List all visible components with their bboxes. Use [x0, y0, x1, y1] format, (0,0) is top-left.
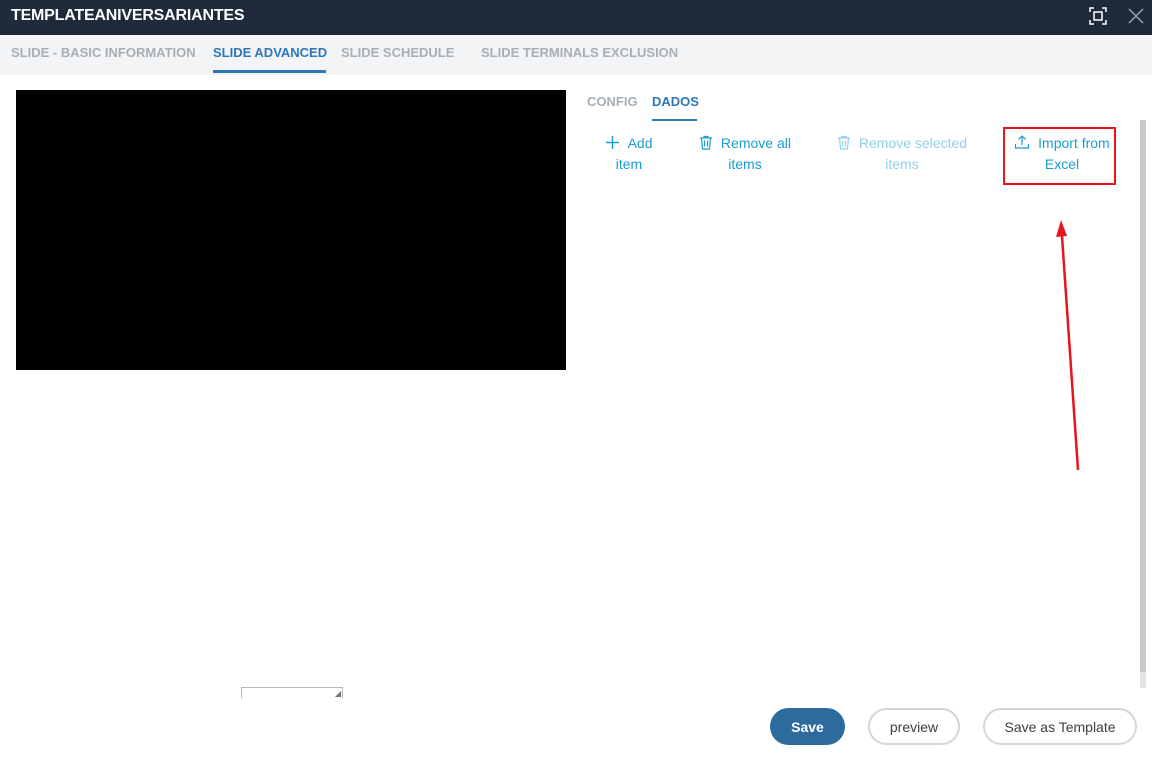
resizable-textarea[interactable]: ◢ [241, 687, 343, 698]
trash-icon [837, 135, 859, 151]
remove-all-label-line1: Remove all [720, 135, 791, 151]
add-item-label-line2: item [615, 156, 643, 172]
remove-all-items-button[interactable]: Remove all items [697, 133, 793, 175]
resize-grip-icon[interactable]: ◢ [335, 690, 341, 698]
plus-icon [605, 135, 627, 151]
remove-all-label-line2: items [728, 156, 762, 172]
tab-terminals-exclusion[interactable]: SLIDE TERMINALS EXCLUSION [481, 45, 678, 60]
add-item-button[interactable]: Add item [602, 133, 656, 175]
tab-slide-schedule[interactable]: SLIDE SCHEDULE [341, 45, 454, 60]
slide-tabs: SLIDE - BASIC INFORMATION SLIDE ADVANCED… [0, 35, 1152, 75]
close-icon[interactable] [1126, 6, 1146, 26]
trash-icon [699, 135, 721, 151]
scrollbar-thumb[interactable] [1140, 120, 1146, 672]
slide-preview [16, 90, 566, 370]
add-item-label-line1: Add [627, 135, 653, 151]
remove-selected-label-line1: Remove selected [858, 135, 968, 151]
active-tab-indicator [213, 70, 326, 73]
annotation-highlight-box [1003, 127, 1116, 185]
save-button[interactable]: Save [770, 708, 845, 745]
tab-basic-information[interactable]: SLIDE - BASIC INFORMATION [11, 45, 196, 60]
remove-selected-label-line2: items [885, 156, 919, 172]
window-titlebar: TEMPLATEANIVERSARIANTES [0, 0, 1152, 35]
subtab-dados[interactable]: DADOS [652, 94, 699, 109]
active-subtab-indicator [652, 119, 697, 121]
remove-selected-items-button[interactable]: Remove selected items [835, 133, 969, 175]
maximize-icon[interactable] [1088, 6, 1108, 26]
window-title: TEMPLATEANIVERSARIANTES [11, 7, 245, 24]
subtab-config[interactable]: CONFIG [587, 94, 638, 109]
save-as-template-button[interactable]: Save as Template [983, 708, 1137, 745]
tab-slide-advanced[interactable]: SLIDE ADVANCED [213, 45, 327, 60]
preview-button[interactable]: preview [868, 708, 960, 745]
